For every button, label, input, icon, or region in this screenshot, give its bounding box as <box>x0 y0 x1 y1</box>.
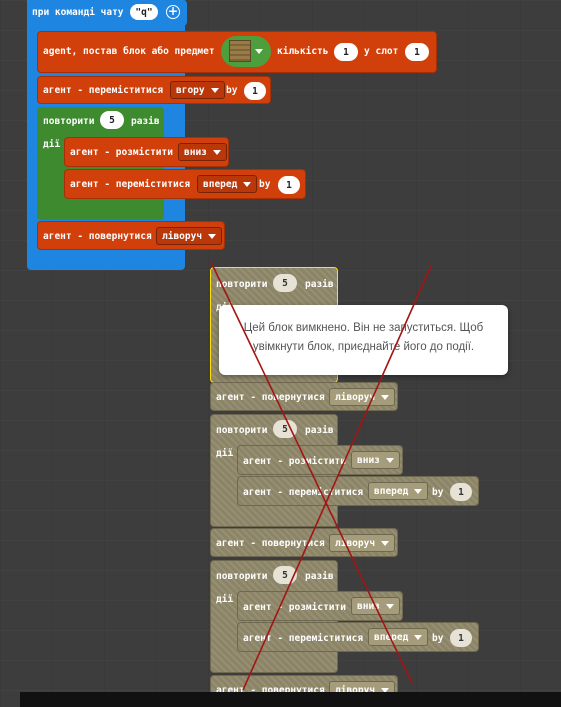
cross-line-1 <box>210 261 413 684</box>
disabled-cross-icon <box>210 261 432 691</box>
cross-line-2 <box>242 265 432 691</box>
